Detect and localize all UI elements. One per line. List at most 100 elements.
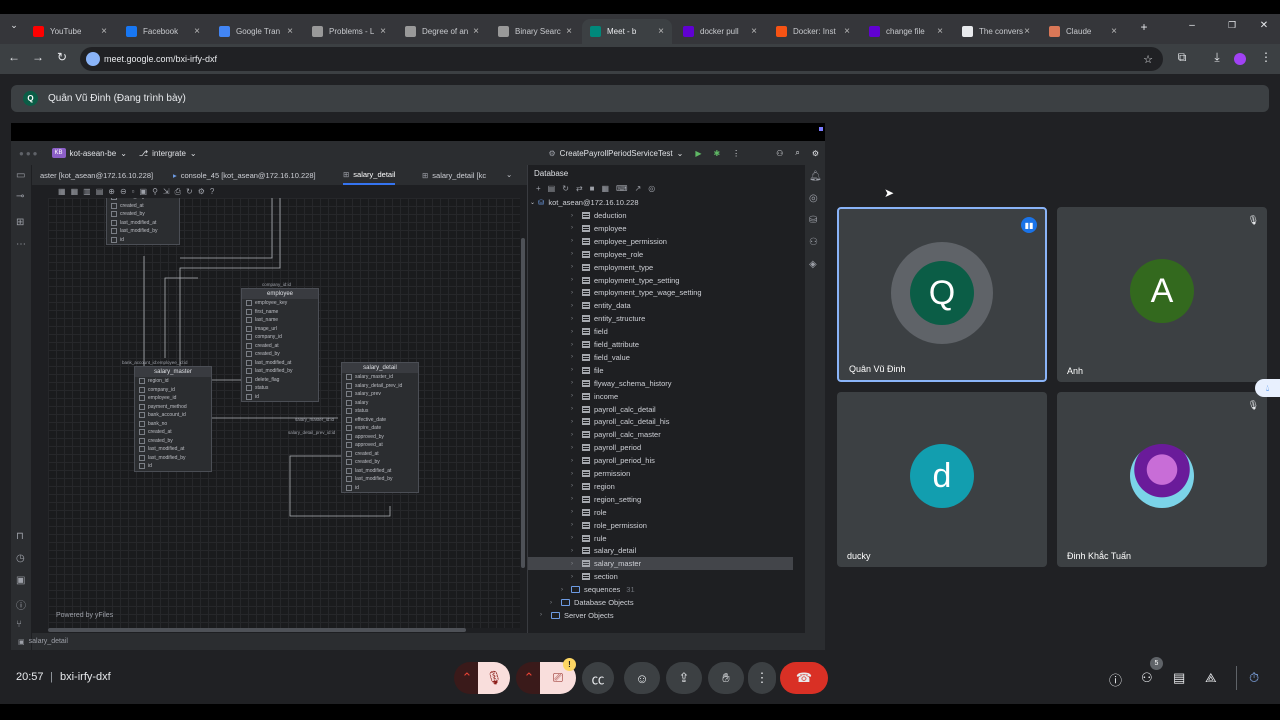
db-table-item[interactable]: › flyway_schema_history bbox=[528, 377, 793, 390]
browser-tab[interactable]: docker pull × bbox=[675, 19, 765, 44]
browser-tab[interactable]: The convers × bbox=[954, 19, 1038, 44]
db-table-item[interactable]: › field_value bbox=[528, 351, 793, 364]
tab-close-icon[interactable]: × bbox=[751, 26, 757, 37]
expand-caret-icon[interactable]: › bbox=[571, 264, 573, 270]
ide-search-icon[interactable]: ⌕ bbox=[795, 148, 799, 158]
extensions-icon[interactable]: ⧉ bbox=[1174, 50, 1190, 65]
diagram-tool-icon[interactable]: ▥ bbox=[83, 187, 91, 196]
expand-caret-icon[interactable]: › bbox=[571, 483, 573, 489]
expand-caret-icon[interactable]: › bbox=[571, 432, 573, 438]
participant-tile[interactable]: A Anh 🎙︎ bbox=[1057, 207, 1267, 382]
fit-content-icon[interactable]: ▣ bbox=[140, 187, 148, 196]
activities-icon[interactable]: ⟁ bbox=[1205, 670, 1217, 686]
profile-avatar[interactable] bbox=[1234, 53, 1246, 65]
expand-caret-icon[interactable]: › bbox=[571, 574, 573, 580]
expand-caret-icon[interactable]: › bbox=[571, 445, 573, 451]
leave-call-button[interactable]: ☎︎ bbox=[780, 662, 828, 694]
db-table-item[interactable]: › income bbox=[528, 390, 793, 403]
tab-close-icon[interactable]: × bbox=[566, 26, 572, 37]
expand-caret-icon[interactable]: › bbox=[571, 277, 573, 283]
browser-tab[interactable]: Docker: Inst × bbox=[768, 19, 858, 44]
expand-caret-icon[interactable]: › bbox=[550, 600, 552, 606]
browser-tab[interactable]: Meet - b × bbox=[582, 19, 672, 44]
problems-tool-icon[interactable]: ⓘ bbox=[16, 597, 26, 612]
editor-tab[interactable]: ⊞ salary_detail [kc bbox=[422, 165, 486, 185]
db-table-item[interactable]: › employee_role bbox=[528, 248, 793, 261]
datasource-properties-icon[interactable]: ▤ bbox=[548, 184, 556, 193]
services-tool-icon[interactable]: ⊓ bbox=[16, 531, 24, 542]
status-breadcrumb[interactable]: salary_detail bbox=[29, 638, 68, 645]
jump-icon[interactable]: ↗ bbox=[635, 184, 642, 193]
commit-tool-icon[interactable]: ⊸ bbox=[16, 191, 24, 202]
diagram-tool-icon[interactable]: ▤ bbox=[96, 187, 104, 196]
db-table-item[interactable]: › rule bbox=[528, 532, 793, 545]
browser-tab[interactable]: change file × bbox=[861, 19, 951, 44]
database-tool-icon[interactable]: ⛁ bbox=[809, 215, 817, 226]
db-table-item[interactable]: › section bbox=[528, 570, 793, 583]
reload-icon[interactable]: ↻ bbox=[54, 50, 70, 64]
db-table-item[interactable]: › entity_data bbox=[528, 299, 793, 312]
debug-icon[interactable]: ✱ bbox=[713, 149, 720, 158]
tab-search-icon[interactable]: ⌄ bbox=[6, 20, 22, 31]
expand-caret-icon[interactable]: › bbox=[571, 213, 573, 219]
expand-caret-icon[interactable]: › bbox=[571, 303, 573, 309]
tab-close-icon[interactable]: × bbox=[101, 26, 107, 37]
db-table-item[interactable]: › payroll_calc_master bbox=[528, 428, 793, 441]
expand-caret-icon[interactable]: › bbox=[571, 238, 573, 244]
db-table-item[interactable]: › role_permission bbox=[528, 519, 793, 532]
expand-caret-icon[interactable]: › bbox=[571, 225, 573, 231]
zoom-in-icon[interactable]: ⊕ bbox=[108, 187, 115, 196]
git-tool-icon[interactable]: ⑂ bbox=[16, 619, 22, 630]
chat-icon[interactable]: ▤ bbox=[1173, 670, 1185, 686]
bookmark-star-icon[interactable]: ☆ bbox=[1143, 53, 1153, 66]
browser-tab[interactable]: Facebook × bbox=[118, 19, 208, 44]
back-icon[interactable]: ← bbox=[6, 50, 22, 64]
er-entity-top-entity[interactable]: delete_flagcreated_atcreated_bylast_modi… bbox=[106, 198, 180, 245]
tabs-overflow-icon[interactable]: ⌄ bbox=[506, 170, 512, 179]
more-tools-icon[interactable]: ⋯ bbox=[16, 239, 26, 250]
diagram-settings-icon[interactable]: ⚙ bbox=[198, 187, 205, 196]
people-icon[interactable]: ⚇ bbox=[1141, 670, 1153, 686]
expand-caret-icon[interactable]: › bbox=[571, 458, 573, 464]
er-diagram-canvas[interactable]: delete_flagcreated_atcreated_bylast_modi… bbox=[48, 198, 520, 628]
actual-size-icon[interactable]: ▫ bbox=[132, 187, 135, 196]
captions-button[interactable]: ㏄ bbox=[582, 662, 614, 694]
participant-tile[interactable]: d ducky bbox=[837, 392, 1047, 567]
db-table-item[interactable]: › deduction bbox=[528, 209, 793, 222]
forward-icon[interactable]: → bbox=[30, 50, 46, 64]
vertical-scroll-thumb[interactable] bbox=[521, 238, 525, 568]
address-bar[interactable]: meet.google.com/bxi-irfy-dxf ☆ bbox=[80, 47, 1163, 71]
audio-options-button[interactable]: ⌃ bbox=[454, 662, 480, 694]
expand-caret-icon[interactable]: › bbox=[571, 380, 573, 386]
tab-close-icon[interactable]: × bbox=[473, 26, 479, 37]
diagram-tool-icon[interactable]: ▦ bbox=[58, 187, 66, 196]
diagram-tool-icon[interactable]: ▦ bbox=[71, 187, 79, 196]
horizontal-scroll-thumb[interactable] bbox=[48, 628, 466, 632]
ai-assistant-icon[interactable]: ◎ bbox=[809, 193, 818, 204]
datasource-root[interactable]: ⌄ ⛁ kot_asean@172.16.10.228 bbox=[528, 195, 799, 209]
db-table-item[interactable]: › payroll_period bbox=[528, 441, 793, 454]
participant-tile[interactable]: Đinh Khắc Tuấn 🎙︎ bbox=[1057, 392, 1267, 567]
database-objects-folder[interactable]: › Database Objects bbox=[528, 596, 793, 609]
db-table-item[interactable]: › field bbox=[528, 325, 793, 338]
more-actions-icon[interactable]: ⋮ bbox=[732, 149, 740, 158]
tab-close-icon[interactable]: × bbox=[937, 26, 943, 37]
expand-caret-icon[interactable]: › bbox=[571, 290, 573, 296]
er-entity-salary-detail[interactable]: salary_detail salary_master_id salary_deta… bbox=[341, 362, 419, 493]
er-entity-employee[interactable]: employee employee_key first_name last_name i… bbox=[241, 288, 319, 402]
browser-tab[interactable]: Google Tran × bbox=[211, 19, 301, 44]
export-icon[interactable]: ⇲ bbox=[163, 187, 170, 196]
stop-icon[interactable]: ■ bbox=[590, 184, 595, 193]
print-icon[interactable]: ⎙ bbox=[175, 187, 181, 197]
db-table-item[interactable]: › employment_type bbox=[528, 261, 793, 274]
db-table-item[interactable]: › role bbox=[528, 506, 793, 519]
site-info-icon[interactable] bbox=[86, 52, 100, 66]
db-table-item[interactable]: › payroll_period_his bbox=[528, 454, 793, 467]
db-table-item[interactable]: › employee_permission bbox=[528, 235, 793, 248]
expand-caret-icon[interactable]: › bbox=[540, 612, 542, 618]
maximize-icon[interactable]: ❐ bbox=[1224, 20, 1240, 31]
notifications-icon[interactable]: 🔔︎ bbox=[809, 171, 822, 182]
expand-caret-icon[interactable]: › bbox=[571, 535, 573, 541]
downloads-icon[interactable]: ⤓ bbox=[1209, 50, 1225, 65]
browser-tab[interactable]: Binary Searc × bbox=[490, 19, 580, 44]
